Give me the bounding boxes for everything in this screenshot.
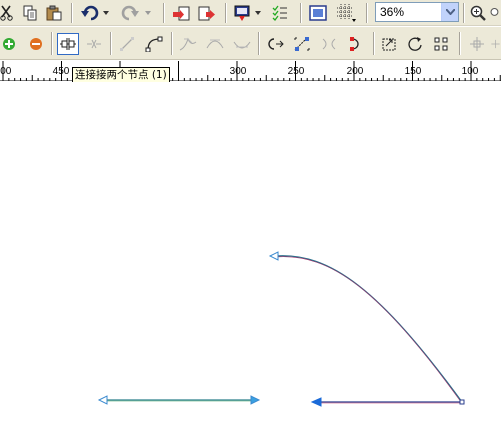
drawing-surface[interactable] [0, 82, 501, 427]
node-edit-more-icon[interactable] [490, 34, 501, 54]
ruler-label: 500 [0, 66, 12, 77]
undo-icon[interactable] [78, 3, 102, 23]
zoom-level-value: 36% [380, 5, 405, 19]
undo-dropdown-icon[interactable] [102, 6, 110, 20]
launcher-icon[interactable] [232, 3, 252, 23]
left-line-start-node[interactable] [97, 395, 108, 405]
shape-tool-property-bar [0, 27, 501, 60]
reverse-curve-direction-icon[interactable] [264, 34, 286, 54]
options-icon[interactable] [270, 3, 290, 23]
zoom-out-icon[interactable] [490, 3, 501, 23]
extend-curve-icon[interactable] [291, 34, 313, 54]
ruler-label: 250 [287, 66, 305, 77]
snap-to-grid-icon[interactable] [334, 2, 358, 24]
ruler-label: 300 [229, 66, 247, 77]
redo-dropdown-icon[interactable] [144, 6, 152, 20]
end-node[interactable] [459, 399, 465, 405]
left-line-end-node[interactable] [250, 395, 261, 405]
copy-icon[interactable] [20, 3, 40, 23]
drawing-canvas[interactable] [0, 82, 501, 427]
cusp-node-icon[interactable] [177, 34, 199, 54]
curve-path[interactable] [274, 255, 463, 403]
ruler-label: 150 [404, 66, 422, 77]
align-nodes-icon[interactable] [431, 34, 453, 54]
import-icon[interactable] [170, 3, 192, 23]
cut-icon[interactable] [0, 3, 14, 23]
zoom-level-select[interactable]: 36% [375, 2, 459, 22]
join-nodes-icon[interactable] [57, 33, 79, 55]
full-screen-preview-icon[interactable] [307, 3, 329, 23]
auto-close-curve-icon[interactable] [345, 34, 367, 54]
stretch-scale-nodes-icon[interactable] [379, 34, 401, 54]
ruler-label: 100 [461, 66, 479, 77]
chevron-down-icon[interactable] [441, 3, 458, 21]
ruler-label: 200 [346, 66, 364, 77]
selected-node[interactable] [310, 397, 322, 407]
curve-start-node[interactable] [268, 251, 279, 261]
ruler-label: 450 [52, 66, 70, 77]
to-curve-icon[interactable] [143, 34, 165, 54]
break-curve-icon[interactable] [84, 34, 104, 54]
to-line-icon[interactable] [117, 34, 137, 54]
symmetrical-node-icon[interactable] [231, 34, 253, 54]
export-icon[interactable] [196, 3, 218, 23]
zoom-in-icon[interactable] [468, 3, 488, 23]
rotate-skew-nodes-icon[interactable] [405, 34, 427, 54]
delete-node-icon[interactable] [26, 34, 46, 54]
launcher-dropdown-icon[interactable] [253, 6, 263, 20]
add-node-icon[interactable] [0, 34, 18, 54]
paste-icon[interactable] [44, 3, 64, 23]
standard-toolbar: 36% [0, 0, 501, 26]
redo-icon[interactable] [118, 3, 142, 23]
smooth-node-icon[interactable] [204, 34, 226, 54]
elastic-mode-icon[interactable] [466, 34, 488, 54]
tooltip: 连接接两个节点 (1) [72, 67, 170, 83]
extract-subpath-icon[interactable] [318, 34, 340, 54]
curve-path-overlay [275, 256, 462, 403]
